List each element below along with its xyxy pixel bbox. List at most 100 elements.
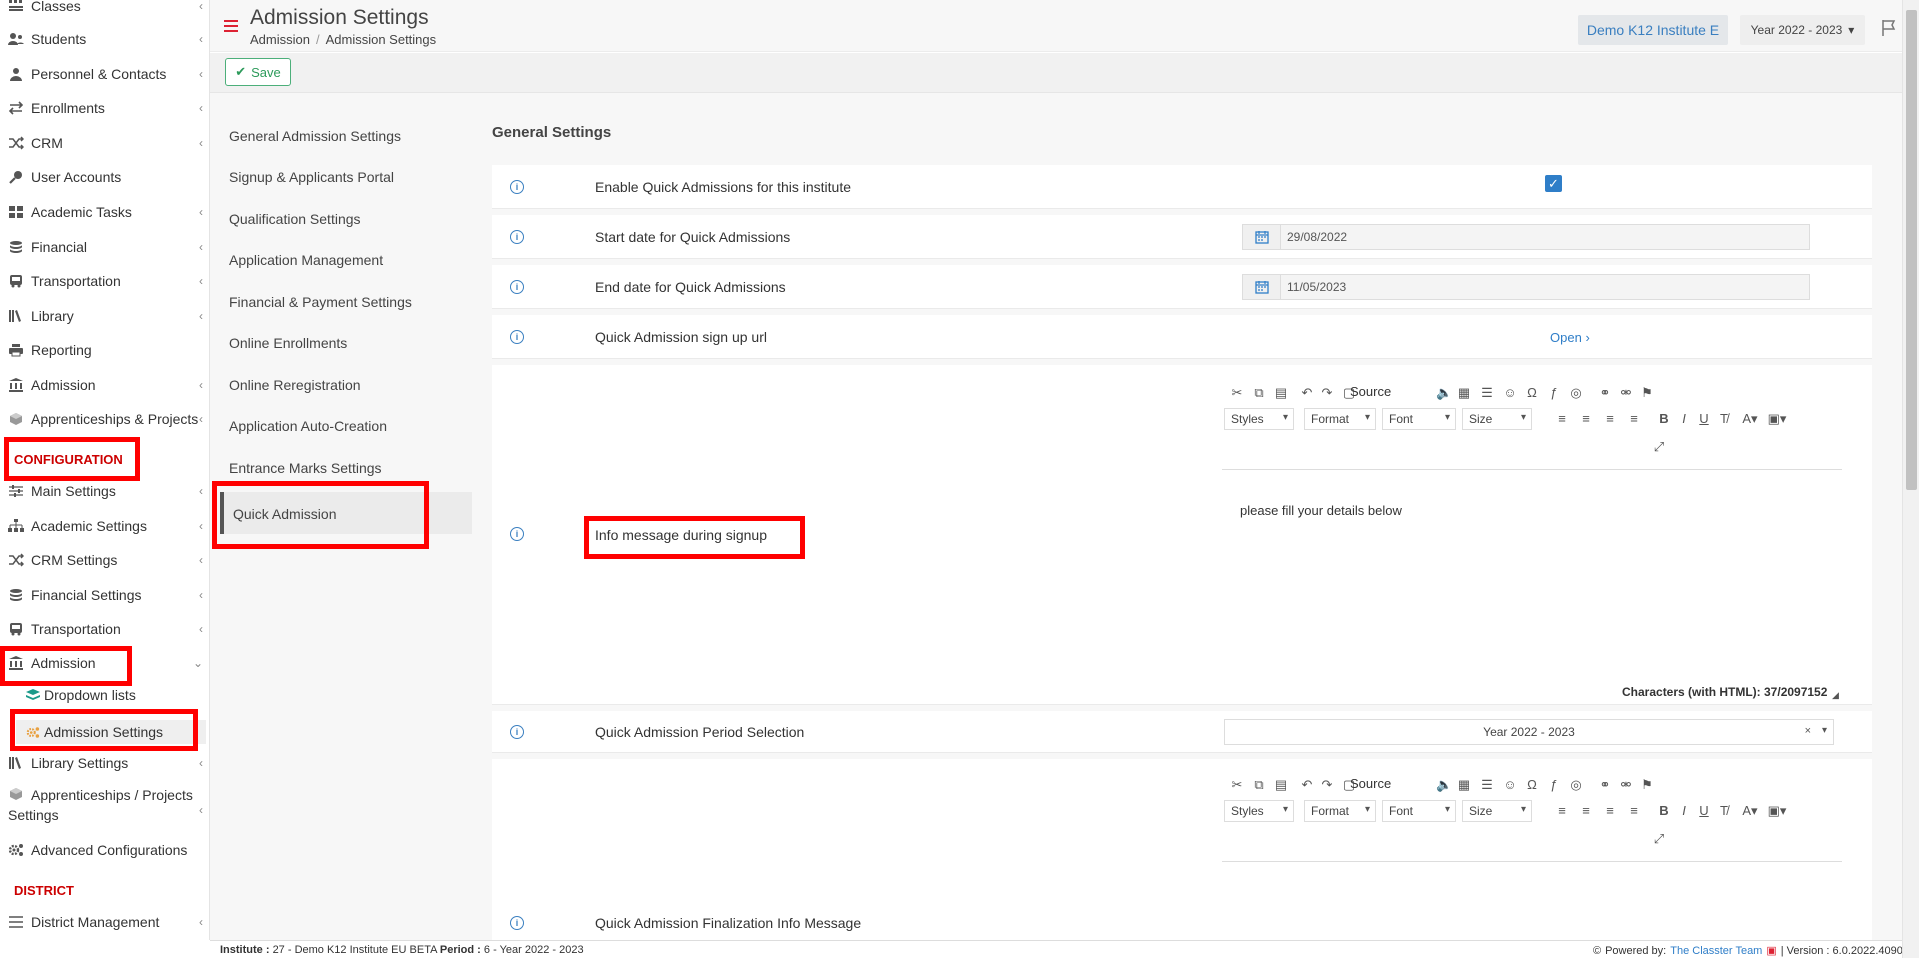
sidebar-item-crm[interactable]: CRM ‹ bbox=[8, 132, 208, 154]
sidebar-item-advanced-configurations[interactable]: Advanced Configurations bbox=[8, 839, 208, 861]
settings-nav-signup-applicants-portal[interactable]: Signup & Applicants Portal bbox=[229, 169, 394, 185]
formula-icon[interactable]: ƒ bbox=[1547, 386, 1561, 399]
styles-dropdown[interactable]: Styles bbox=[1224, 800, 1294, 822]
cut-icon[interactable]: ✂ bbox=[1230, 386, 1244, 399]
scrollbar-thumb[interactable] bbox=[1906, 10, 1917, 490]
sidebar-item-district-management[interactable]: District Management ‹ bbox=[8, 911, 208, 933]
sidebar-item-students[interactable]: Students ‹ bbox=[8, 28, 208, 50]
smiley-icon[interactable]: ☺ bbox=[1503, 778, 1517, 791]
anchor-icon[interactable]: ⚑ bbox=[1640, 778, 1654, 791]
align-center-icon[interactable]: ≡ bbox=[1576, 412, 1596, 425]
format-dropdown[interactable]: Format bbox=[1304, 800, 1376, 822]
paste-icon[interactable]: ▤ bbox=[1274, 386, 1288, 399]
sidebar-item-library[interactable]: Library ‹ bbox=[8, 305, 208, 327]
redo-icon[interactable]: ↷ bbox=[1320, 386, 1334, 399]
sidebar-item-apprenticeships-projects[interactable]: Apprenticeships & Projects ‹ bbox=[8, 408, 208, 430]
unlink-icon[interactable]: ⚮ bbox=[1619, 386, 1633, 399]
resize-handle-icon[interactable]: ◢ bbox=[1832, 690, 1839, 701]
sidebar-item-apprenticeships-projects[interactable]: Apprenticeships / Projects ‹ Settings bbox=[8, 787, 208, 827]
special-char-icon[interactable]: Ω bbox=[1525, 386, 1539, 399]
info-icon[interactable]: i bbox=[510, 280, 524, 294]
settings-nav-entrance-marks-settings[interactable]: Entrance Marks Settings bbox=[229, 460, 382, 476]
classter-team-link[interactable]: The Classter Team bbox=[1670, 945, 1762, 957]
flag-icon[interactable] bbox=[1880, 18, 1902, 38]
sidebar-item-main-settings[interactable]: Main Settings ‹ bbox=[8, 480, 208, 502]
size-dropdown[interactable]: Size bbox=[1462, 800, 1532, 822]
source-button-label[interactable]: Source bbox=[1350, 384, 1391, 399]
horizontal-line-icon[interactable]: ☰ bbox=[1480, 778, 1494, 791]
sidebar-item-admission[interactable]: Admission ‹ bbox=[8, 374, 208, 396]
audio-icon[interactable]: 🔈 bbox=[1436, 386, 1452, 399]
sidebar-item-enrollments[interactable]: Enrollments ‹ bbox=[8, 97, 208, 119]
font-dropdown[interactable]: Font bbox=[1382, 408, 1456, 430]
format-dropdown[interactable]: Format bbox=[1304, 408, 1376, 430]
start-date-field[interactable]: 29/08/2022 bbox=[1242, 224, 1810, 250]
formula-icon[interactable]: ƒ bbox=[1547, 778, 1561, 791]
source-button-label[interactable]: Source bbox=[1350, 776, 1391, 791]
info-icon[interactable]: i bbox=[510, 527, 524, 541]
settings-nav-general-admission-settings[interactable]: General Admission Settings bbox=[229, 128, 401, 144]
redo-icon[interactable]: ↷ bbox=[1320, 778, 1334, 791]
info-icon[interactable]: i bbox=[510, 916, 524, 930]
bold-icon[interactable]: B bbox=[1654, 804, 1674, 817]
settings-nav-qualification-settings[interactable]: Qualification Settings bbox=[229, 211, 361, 227]
save-button[interactable]: ✔ Save bbox=[225, 58, 291, 86]
hamburger-menu-icon[interactable] bbox=[224, 20, 238, 32]
sidebar-item-crm-settings[interactable]: CRM Settings ‹ bbox=[8, 549, 208, 571]
styles-dropdown[interactable]: Styles bbox=[1224, 408, 1294, 430]
text-color-icon[interactable]: A▾ bbox=[1740, 804, 1760, 817]
align-left-icon[interactable]: ≡ bbox=[1552, 804, 1572, 817]
text-color-icon[interactable]: A▾ bbox=[1740, 412, 1760, 425]
settings-nav-financial-payment-settings[interactable]: Financial & Payment Settings bbox=[229, 294, 412, 310]
justify-icon[interactable]: ≡ bbox=[1624, 804, 1644, 817]
underline-icon[interactable]: U bbox=[1694, 412, 1714, 425]
bold-icon[interactable]: B bbox=[1654, 412, 1674, 425]
underline-icon[interactable]: U bbox=[1694, 804, 1714, 817]
sidebar-item-academic-tasks[interactable]: Academic Tasks ‹ bbox=[8, 201, 208, 223]
settings-nav-quick-admission[interactable]: Quick Admission bbox=[233, 506, 336, 522]
info-icon[interactable]: i bbox=[510, 330, 524, 344]
copy-icon[interactable]: ⧉ bbox=[1252, 386, 1266, 399]
align-center-icon[interactable]: ≡ bbox=[1576, 804, 1596, 817]
audio-icon[interactable]: 🔈 bbox=[1436, 778, 1452, 791]
year-selector[interactable]: Year 2022 - 2023 ▾ bbox=[1740, 15, 1865, 45]
unlink-icon[interactable]: ⚮ bbox=[1619, 778, 1633, 791]
special-char-icon[interactable]: Ω bbox=[1525, 778, 1539, 791]
page-scrollbar[interactable] bbox=[1902, 0, 1919, 958]
settings-nav-online-reregistration[interactable]: Online Reregistration bbox=[229, 377, 361, 393]
background-color-icon[interactable]: ▣▾ bbox=[1767, 804, 1787, 817]
enable-quick-admission-checkbox[interactable]: ✓ bbox=[1545, 175, 1562, 192]
align-right-icon[interactable]: ≡ bbox=[1600, 804, 1620, 817]
info-icon[interactable]: i bbox=[510, 230, 524, 244]
rich-text-editor[interactable]: ✂⧉▤↶↷▢🔈▦☰☺Ωƒ◎⚭⚮⚑SourceStylesFormatFontSi… bbox=[1222, 375, 1842, 700]
remove-format-icon[interactable]: T̸ bbox=[1714, 412, 1734, 425]
maximize-icon[interactable]: ⤢ bbox=[1652, 440, 1666, 453]
align-left-icon[interactable]: ≡ bbox=[1552, 412, 1572, 425]
size-dropdown[interactable]: Size bbox=[1462, 408, 1532, 430]
sidebar-item-personnel-contacts[interactable]: Personnel & Contacts ‹ bbox=[8, 63, 208, 85]
sidebar-item-classes[interactable]: Classes ‹ bbox=[8, 0, 208, 17]
table-icon[interactable]: ▦ bbox=[1457, 386, 1471, 399]
maximize-icon[interactable]: ⤢ bbox=[1652, 832, 1666, 845]
italic-icon[interactable]: I bbox=[1674, 804, 1694, 817]
sidebar-item-user-accounts[interactable]: User Accounts bbox=[8, 166, 208, 188]
clear-icon[interactable]: × bbox=[1805, 725, 1811, 737]
iframe-icon[interactable]: ◎ bbox=[1569, 778, 1583, 791]
table-icon[interactable]: ▦ bbox=[1457, 778, 1471, 791]
info-icon[interactable]: i bbox=[510, 180, 524, 194]
remove-format-icon[interactable]: T̸ bbox=[1714, 804, 1734, 817]
sidebar-item-transportation[interactable]: Transportation ‹ bbox=[8, 618, 208, 640]
cut-icon[interactable]: ✂ bbox=[1230, 778, 1244, 791]
sidebar-item-financial-settings[interactable]: Financial Settings ‹ bbox=[8, 584, 208, 606]
sidebar-item-academic-settings[interactable]: Academic Settings ‹ bbox=[8, 515, 208, 537]
rich-text-editor[interactable]: ✂⧉▤↶↷▢🔈▦☰☺Ωƒ◎⚭⚮⚑SourceStylesFormatFontSi… bbox=[1222, 767, 1842, 940]
sidebar-item-transportation[interactable]: Transportation ‹ bbox=[8, 270, 208, 292]
open-link[interactable]: Open › bbox=[1550, 330, 1590, 345]
settings-nav-online-enrollments[interactable]: Online Enrollments bbox=[229, 335, 347, 351]
smiley-icon[interactable]: ☺ bbox=[1503, 386, 1517, 399]
copy-icon[interactable]: ⧉ bbox=[1252, 778, 1266, 791]
sidebar-item-library-settings[interactable]: Library Settings ‹ bbox=[8, 752, 208, 774]
undo-icon[interactable]: ↶ bbox=[1300, 778, 1314, 791]
link-icon[interactable]: ⚭ bbox=[1598, 386, 1612, 399]
paste-icon[interactable]: ▤ bbox=[1274, 778, 1288, 791]
